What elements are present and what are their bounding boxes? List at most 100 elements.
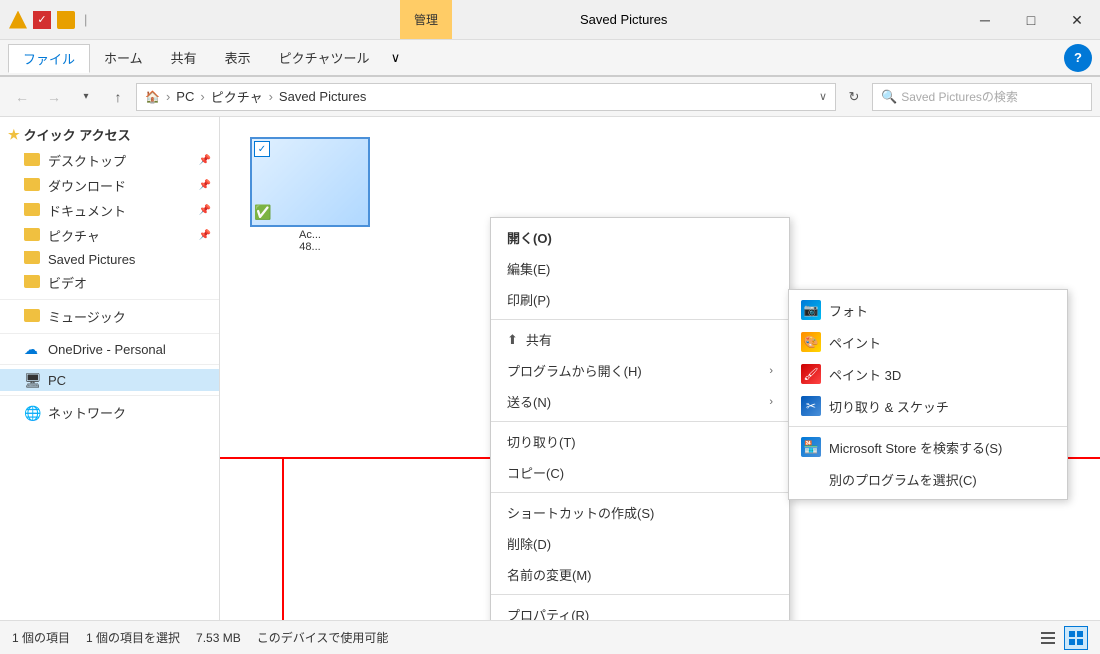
refresh-button[interactable]: ↻ [840, 83, 868, 111]
content-area: ✓ ✅ Ac...48... 開く(O) 編集(E) 印刷(P) ⬆ 共有 [220, 117, 1100, 620]
context-menu-rename[interactable]: 名前の変更(M) [491, 559, 789, 590]
submenu-item-paint[interactable]: 🎨 ペイント [789, 326, 1067, 358]
video-label: ビデオ [48, 273, 87, 292]
network-label: ネットワーク [48, 403, 126, 422]
sidebar-item-downloads[interactable]: ダウンロード 📌 [0, 173, 219, 198]
list-view-button[interactable] [1036, 626, 1060, 650]
breadcrumb-pc[interactable]: PC [176, 89, 194, 104]
tile-view-button[interactable] [1064, 626, 1088, 650]
other-label: 別のプログラムを選択(C) [829, 470, 977, 489]
context-menu-cut[interactable]: 切り取り(T) [491, 426, 789, 457]
breadcrumb-saved-pictures[interactable]: Saved Pictures [279, 89, 366, 104]
submenu-item-snip[interactable]: ✂ 切り取り & スケッチ [789, 390, 1067, 422]
divider-d [491, 594, 789, 595]
share-icon: ⬆ [507, 332, 518, 348]
foto-app-icon: 📷 [801, 300, 821, 320]
context-menu-delete[interactable]: 削除(D) [491, 528, 789, 559]
address-chevron-icon: ∨ [819, 90, 827, 103]
back-button[interactable]: ← [8, 83, 36, 111]
folder-icon-saved-pictures [24, 251, 42, 267]
tab-file[interactable]: ファイル [8, 44, 90, 73]
view-controls [1036, 626, 1088, 650]
device-status: このデバイスで使用可能 [257, 629, 389, 646]
sync-check-icon: ✅ [254, 204, 271, 221]
ribbon-expand-button[interactable]: ∨ [384, 46, 408, 70]
title-bar-tools: ✓ | [8, 10, 91, 30]
quick-access-header[interactable]: ★ クイック アクセス [0, 121, 219, 148]
submenu-item-photo[interactable]: 📷 フォト [789, 294, 1067, 326]
file-thumbnail: ✓ ✅ [250, 137, 370, 227]
submenu-item-other[interactable]: 別のプログラムを選択(C) [789, 463, 1067, 495]
music-label: ミュージック [48, 307, 126, 326]
breadcrumb-pictures[interactable]: ピクチャ [211, 87, 263, 106]
context-menu-send-to[interactable]: 送る(N) › [491, 386, 789, 417]
sidebar-item-saved-pictures[interactable]: Saved Pictures [0, 248, 219, 270]
maximize-button[interactable]: □ [1008, 0, 1054, 40]
sidebar-item-onedrive[interactable]: ☁ OneDrive - Personal [0, 338, 219, 360]
snip-app-icon: ✂ [801, 396, 821, 416]
annotation-border-v [282, 457, 284, 620]
tab-share[interactable]: 共有 [157, 44, 211, 71]
divider2 [0, 333, 219, 334]
sep3: › [269, 89, 273, 104]
close-button[interactable]: ✕ [1054, 0, 1100, 40]
submenu-item-store[interactable]: 🏪 Microsoft Store を検索する(S) [789, 431, 1067, 463]
sidebar: ★ クイック アクセス デスクトップ 📌 ダウンロード 📌 ドキュメント 📌 [0, 117, 220, 620]
divider-a [491, 319, 789, 320]
pc-label: PC [48, 373, 66, 388]
divider-b [491, 421, 789, 422]
up-button[interactable]: ↑ [104, 83, 132, 111]
submenu-item-paint3d[interactable]: 🖌 ペイント 3D [789, 358, 1067, 390]
tab-home[interactable]: ホーム [90, 44, 157, 71]
ribbon-manage-tab[interactable]: 管理 [400, 0, 452, 39]
documents-label: ドキュメント [48, 201, 126, 220]
help-button[interactable]: ? [1064, 44, 1092, 72]
context-menu-open-with[interactable]: プログラムから開く(H) › [491, 355, 789, 386]
pc-icon: 🖥 [24, 372, 42, 388]
tab-picture-tools[interactable]: ピクチャツール [265, 44, 384, 71]
context-menu-copy[interactable]: コピー(C) [491, 457, 789, 488]
context-menu-open[interactable]: 開く(O) [491, 222, 789, 253]
network-icon: 🌐 [24, 405, 42, 421]
separator: | [84, 12, 87, 27]
sidebar-item-pc[interactable]: 🖥 PC [0, 369, 219, 391]
divider-c [491, 492, 789, 493]
window-title: Saved Pictures [580, 12, 667, 27]
context-menu-print[interactable]: 印刷(P) [491, 284, 789, 315]
forward-button[interactable]: → [40, 83, 68, 111]
search-icon: 🔍 [881, 89, 897, 105]
sidebar-item-music[interactable]: ミュージック [0, 304, 219, 329]
submenu-divider [789, 426, 1067, 427]
sidebar-item-desktop[interactable]: デスクトップ 📌 [0, 148, 219, 173]
sidebar-item-documents[interactable]: ドキュメント 📌 [0, 198, 219, 223]
context-menu-share[interactable]: ⬆ 共有 [491, 324, 789, 355]
address-box[interactable]: 🏠 › PC › ピクチャ › Saved Pictures ∨ [136, 83, 836, 111]
sidebar-item-video[interactable]: ビデオ [0, 270, 219, 295]
recent-locations-button[interactable]: ▾ [72, 83, 100, 111]
divider4 [0, 395, 219, 396]
pin-icon-dl: 📌 [199, 180, 211, 191]
tab-view[interactable]: 表示 [211, 44, 265, 71]
minimize-button[interactable]: ─ [962, 0, 1008, 40]
context-menu-edit[interactable]: 編集(E) [491, 253, 789, 284]
quick-access-label: クイック アクセス [24, 125, 131, 144]
pin-icon: 📌 [199, 155, 211, 166]
search-box[interactable]: 🔍 Saved Picturesの検索 [872, 83, 1092, 111]
divider3 [0, 364, 219, 365]
selected-count: 1 個の項目を選択 [86, 629, 180, 646]
status-bar: 1 個の項目 1 個の項目を選択 7.53 MB このデバイスで使用可能 [0, 620, 1100, 654]
folder-icon-downloads [24, 178, 42, 194]
context-menu-properties[interactable]: プロパティ(R) [491, 599, 789, 620]
saved-pictures-label: Saved Pictures [48, 252, 135, 267]
context-menu-create-shortcut[interactable]: ショートカットの作成(S) [491, 497, 789, 528]
sidebar-item-network[interactable]: 🌐 ネットワーク [0, 400, 219, 425]
quick-access-pin-icon [8, 10, 28, 30]
file-item[interactable]: ✓ ✅ Ac...48... [250, 137, 370, 253]
ribbon-tabs: ファイル ホーム 共有 表示 ピクチャツール ∨ ? [0, 40, 1100, 76]
submenu: 📷 フォト 🎨 ペイント 🖌 ペイント 3D ✂ 切り取り & スケッチ 🏪 M… [788, 289, 1068, 500]
downloads-label: ダウンロード [48, 176, 126, 195]
pin-icon-pic: 📌 [199, 230, 211, 241]
chevron-right-icon-2: › [769, 396, 773, 408]
checkbox-overlay[interactable]: ✓ [254, 141, 270, 157]
sidebar-item-pictures[interactable]: ピクチャ 📌 [0, 223, 219, 248]
